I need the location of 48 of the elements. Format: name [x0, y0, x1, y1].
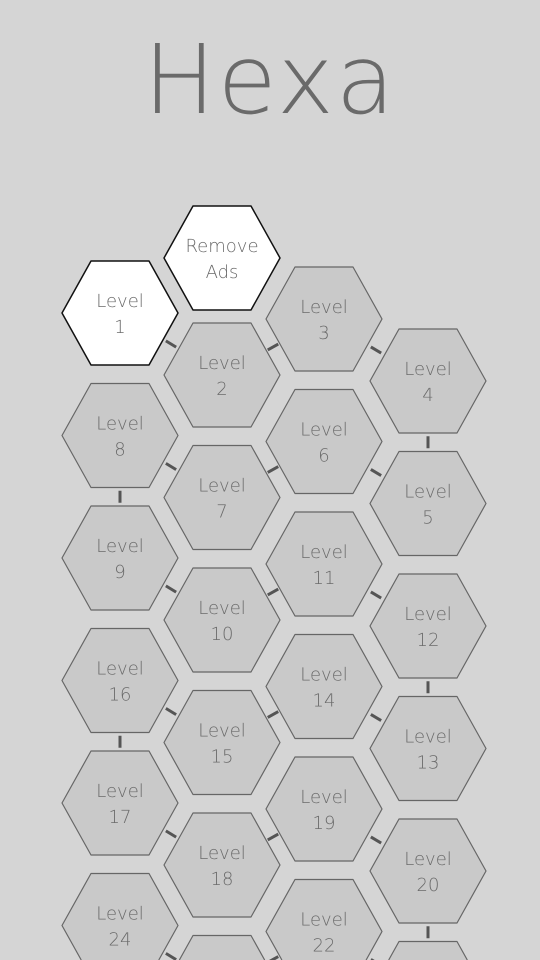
connector-line	[165, 584, 177, 594]
level-button[interactable]: Level 13	[369, 696, 487, 802]
connector-line	[165, 340, 177, 348]
level-button[interactable]: Level 20	[369, 818, 487, 924]
connector-line	[370, 590, 382, 600]
connector-line	[267, 342, 279, 352]
level-button[interactable]: Level 17	[61, 750, 179, 856]
level-button[interactable]: Level 4	[369, 328, 487, 434]
connector-line	[426, 681, 430, 694]
connector-line	[267, 955, 279, 960]
level-button[interactable]: Level 19	[265, 756, 383, 862]
remove-ads-button[interactable]: Remove Ads	[163, 205, 281, 311]
level-button[interactable]: Level 3	[265, 266, 383, 372]
connector-line	[165, 952, 177, 960]
connector-line	[267, 832, 279, 842]
connector-line	[267, 465, 279, 474]
connector-line	[426, 436, 430, 448]
connector-line	[267, 710, 279, 719]
level-button[interactable]: Level 11	[265, 511, 383, 617]
connector-line	[118, 736, 122, 748]
connector-line	[267, 588, 279, 596]
connector-line	[118, 490, 122, 503]
connector-line	[165, 830, 177, 838]
level-button[interactable]: Level 2	[163, 322, 281, 428]
connector-line	[370, 713, 382, 722]
connector-line	[370, 468, 382, 477]
level-button[interactable]: Level 8	[61, 382, 179, 488]
level-button[interactable]: Level 16	[61, 628, 179, 734]
level-button[interactable]: Level 14	[265, 634, 383, 740]
level-button[interactable]: Level 1	[61, 260, 179, 366]
level-button[interactable]	[388, 940, 468, 960]
level-button[interactable]: Level 5	[369, 450, 487, 556]
level-button[interactable]: Level 18	[163, 812, 281, 918]
level-button[interactable]: Level 9	[61, 505, 179, 611]
level-button[interactable]: Level 24	[61, 872, 179, 960]
level-button[interactable]	[178, 934, 266, 960]
connector-line	[165, 462, 177, 471]
connector-line	[370, 836, 382, 844]
level-button[interactable]: Level 15	[163, 690, 281, 796]
connector-line	[165, 707, 177, 716]
level-button[interactable]: Level 6	[265, 388, 383, 494]
connector-line	[426, 926, 430, 938]
level-button[interactable]: Level 22	[265, 878, 383, 960]
level-button[interactable]: Level 10	[163, 567, 281, 673]
level-button[interactable]: Level 7	[163, 444, 281, 550]
connector-line	[370, 346, 382, 354]
app-title: Hexa	[143, 23, 397, 134]
level-button[interactable]: Level 12	[369, 573, 487, 679]
